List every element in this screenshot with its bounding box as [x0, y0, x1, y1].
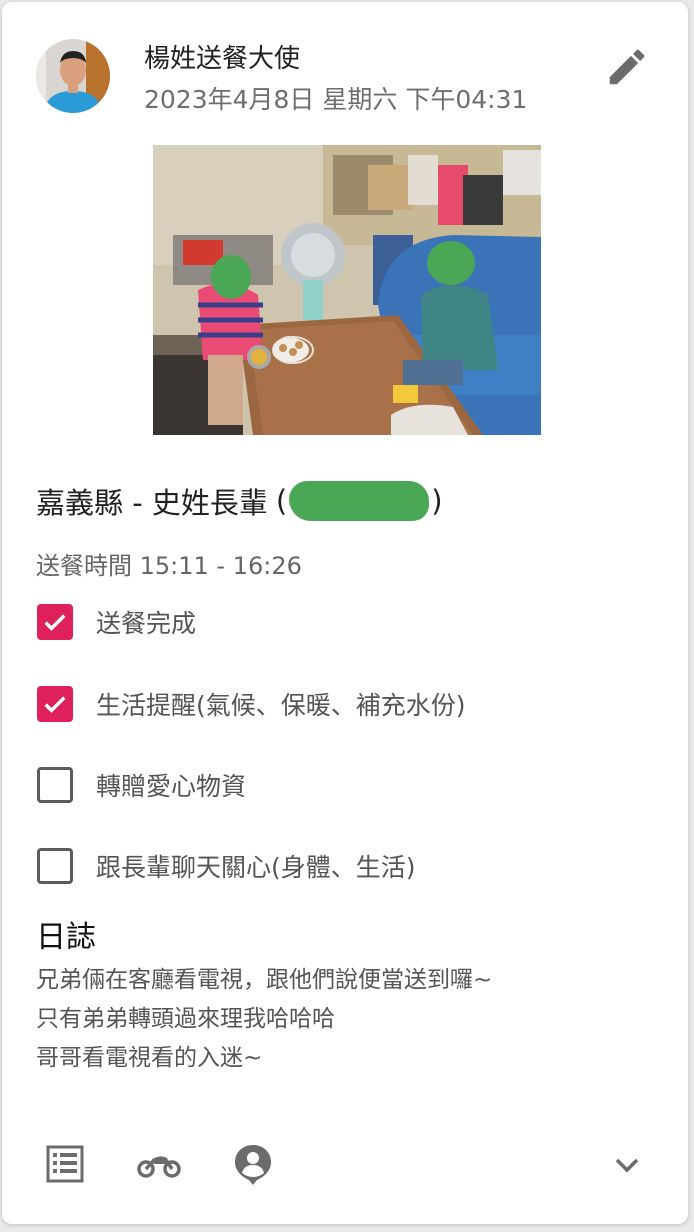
post-datetime: 2023年4月8日 星期六 下午04:31: [144, 85, 528, 114]
list-icon: [46, 1145, 84, 1183]
pencil-icon: [609, 49, 645, 85]
checkbox-checked[interactable]: [37, 604, 73, 640]
edit-button[interactable]: [604, 44, 650, 90]
motorcycle-icon: [137, 1156, 181, 1178]
post-card: 楊姓送餐大使 2023年4月8日 星期六 下午04:31 嘉義縣 - 史姓長輩 …: [2, 2, 688, 1224]
checkbox-unchecked[interactable]: [37, 848, 73, 884]
checklist-label: 送餐完成: [96, 609, 197, 638]
expand-button[interactable]: [604, 1142, 650, 1188]
checklist-label: 轉贈愛心物資: [96, 772, 247, 801]
recipient-paren-close: ): [431, 484, 443, 518]
check-icon: [44, 696, 66, 713]
list-button[interactable]: [42, 1142, 88, 1188]
log-line: 只有弟弟轉頭過來理我哈哈哈: [36, 1006, 335, 1032]
log-line: 兄弟倆在客廳看電視，跟他們說便當送到囉~: [36, 967, 493, 993]
log-line: 哥哥看電視看的入迷~: [36, 1045, 263, 1071]
checklist-item-life-reminder[interactable]: 生活提醒(氣候、保暖、補充水份): [37, 686, 466, 722]
recipient-paren-open: (: [275, 484, 288, 518]
author-avatar[interactable]: [36, 39, 110, 113]
account-pin-icon: [235, 1145, 271, 1185]
checklist-item-delivery-complete[interactable]: 送餐完成: [37, 604, 196, 640]
checkbox-unchecked[interactable]: [37, 767, 73, 803]
check-icon: [44, 614, 66, 631]
redaction-mark: [289, 481, 430, 521]
profile-button[interactable]: [230, 1142, 276, 1188]
checklist-item-chat-care[interactable]: 跟長輩聊天關心(身體、生活): [37, 848, 416, 884]
author-name: 楊姓送餐大使: [144, 44, 301, 74]
checklist-label: 生活提醒(氣候、保暖、補充水份): [96, 691, 466, 720]
recipient-title: 嘉義縣 - 史姓長輩 ( ): [36, 480, 443, 522]
recipient-title-text: 嘉義縣 - 史姓長輩: [36, 486, 268, 520]
log-title: 日誌: [36, 920, 96, 955]
scooter-button[interactable]: [136, 1142, 182, 1188]
checklist-item-donated-supplies[interactable]: 轉贈愛心物資: [37, 767, 246, 803]
checkbox-checked[interactable]: [37, 686, 73, 722]
delivery-photo[interactable]: [153, 145, 541, 435]
chevron-down-icon: [615, 1158, 639, 1173]
checklist-label: 跟長輩聊天關心(身體、生活): [96, 853, 416, 882]
delivery-time: 送餐時間 15:11 - 16:26: [36, 552, 302, 580]
